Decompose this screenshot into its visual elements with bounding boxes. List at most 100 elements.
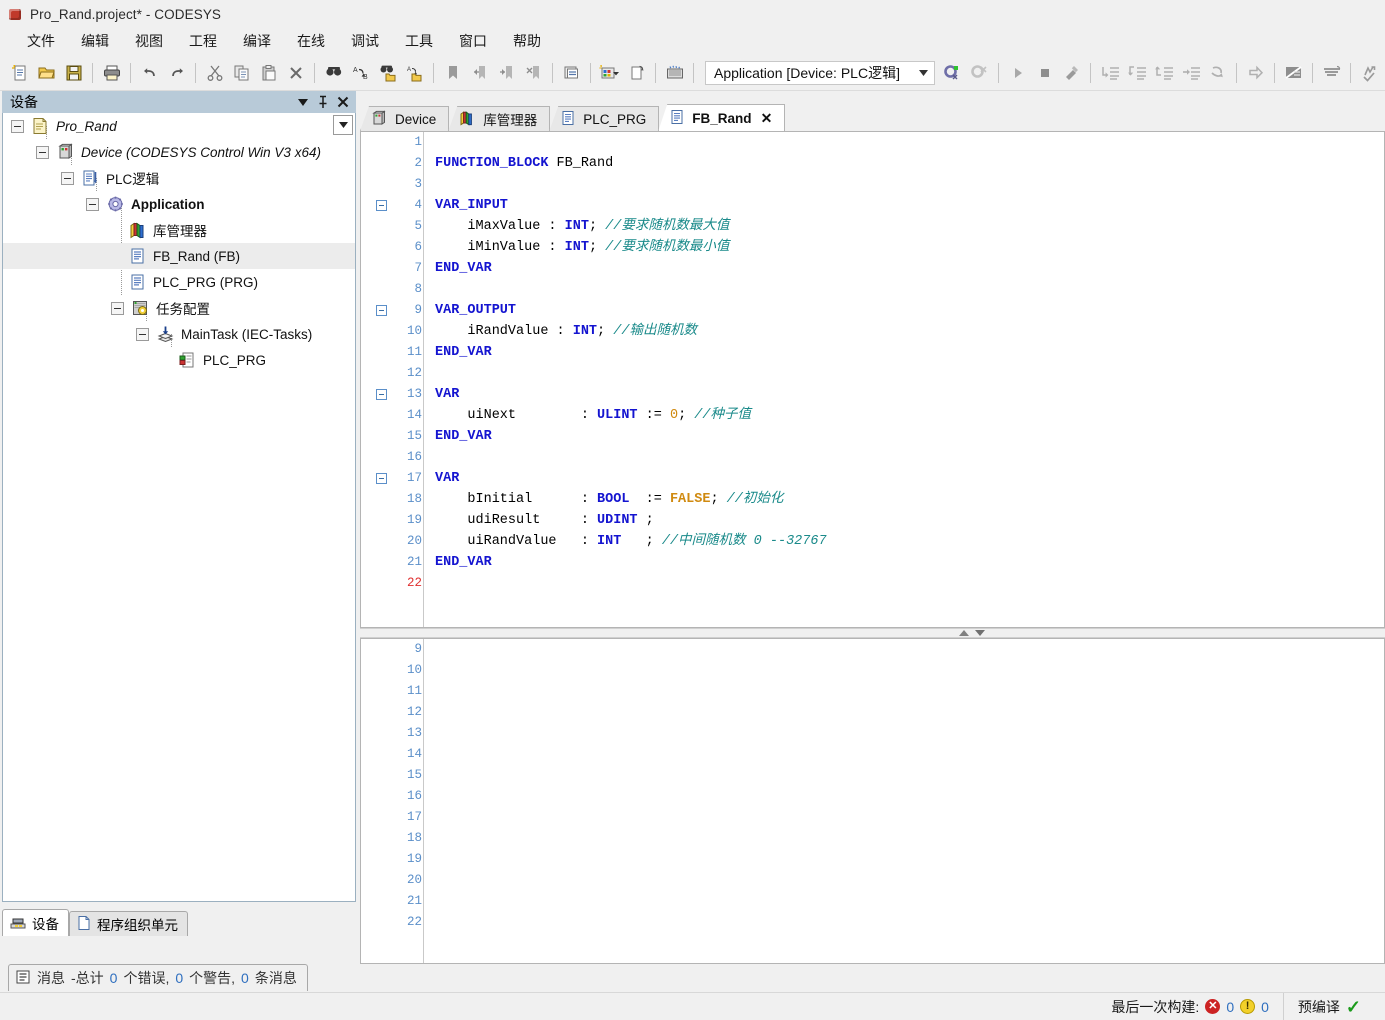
expander-icon[interactable] [111, 301, 124, 315]
step-into-icon[interactable] [1123, 59, 1150, 86]
cut-icon[interactable] [201, 59, 228, 86]
editor-tab-library-manager[interactable]: 库管理器 [448, 106, 551, 131]
implementation-editor[interactable]: 9 10 11 12 13 14 15 16 17 18 19 20 21 22 [360, 638, 1385, 964]
step-out-icon[interactable] [1150, 59, 1177, 86]
menu-tools[interactable]: 工具 [392, 31, 446, 52]
tree-node-maintask[interactable]: MainTask (IEC-Tasks) [3, 321, 355, 347]
code-line[interactable]: iRandValue : INT; //输出随机数 [425, 321, 1384, 342]
fold-gutter[interactable] [361, 132, 401, 627]
code-line[interactable] [425, 174, 1384, 195]
tree-node-plc-prg[interactable]: PLC_PRG (PRG) [3, 269, 355, 295]
expander-icon[interactable] [136, 327, 149, 341]
next-bookmark-icon[interactable] [493, 59, 520, 86]
fold-gutter[interactable] [361, 639, 401, 963]
stop-icon[interactable] [1031, 59, 1058, 86]
run-to-cursor-icon[interactable] [1177, 59, 1204, 86]
code-line[interactable]: VAR [425, 384, 1384, 405]
tree-node-task-call-plc-prg[interactable]: PLC_PRG [3, 347, 355, 373]
save-project-icon[interactable] [60, 59, 87, 86]
watch-icon[interactable] [1318, 59, 1345, 86]
flow-control-icon[interactable] [1356, 59, 1383, 86]
menu-file[interactable]: 文件 [14, 31, 68, 52]
scroll-up-icon[interactable] [959, 630, 969, 636]
editor-tab-device[interactable]: Device [360, 106, 450, 131]
tree-node-plc-logic[interactable]: PLC逻辑 [3, 165, 355, 191]
chevron-down-icon[interactable] [915, 62, 932, 84]
device-tree[interactable]: Pro_Rand Device (CODESYS Control Win V3 … [2, 113, 356, 902]
previous-bookmark-icon[interactable] [466, 59, 493, 86]
print-icon[interactable] [98, 59, 125, 86]
code-line[interactable]: uiRandValue : INT ; //中间随机数 0 --32767 [425, 531, 1384, 552]
dock-tab-devices[interactable]: 设备 [2, 909, 69, 936]
message-tab[interactable]: 消息 -总计 0 个错误, 0 个警告, 0 条消息 [8, 964, 308, 991]
set-next-statement-icon[interactable] [1204, 59, 1231, 86]
code-line[interactable]: bInitial : BOOL := FALSE; //初始化 [425, 489, 1384, 510]
open-project-icon[interactable] [33, 59, 60, 86]
tree-node-application[interactable]: Application [3, 191, 355, 217]
code-line[interactable]: udiResult : UDINT ; [425, 510, 1384, 531]
expander-icon[interactable] [86, 197, 99, 211]
tree-node-task-configuration[interactable]: 任务配置 [3, 295, 355, 321]
editor-tab-plc-prg[interactable]: PLC_PRG [549, 106, 660, 131]
start-icon[interactable] [1004, 59, 1031, 86]
fold-toggle-var-2[interactable] [361, 468, 401, 489]
code-line[interactable]: VAR_OUTPUT [425, 300, 1384, 321]
editor-splitter[interactable] [360, 628, 1385, 638]
add-folder-icon[interactable] [623, 59, 650, 86]
menu-debug[interactable]: 调试 [338, 31, 392, 52]
code-line[interactable]: END_VAR [425, 342, 1384, 363]
editor-tab-fb-rand[interactable]: FB_Rand ✕ [658, 104, 786, 131]
menu-edit[interactable]: 编辑 [68, 31, 122, 52]
clear-bookmarks-icon[interactable] [520, 59, 547, 86]
declaration-code-area[interactable]: FUNCTION_BLOCK FB_Rand VAR_INPUT iMaxVal… [425, 132, 1384, 627]
tree-node-fb-rand[interactable]: FB_Rand (FB) [3, 243, 355, 269]
menu-view[interactable]: 视图 [122, 31, 176, 52]
tree-node-library-manager[interactable]: 库管理器 [3, 217, 355, 243]
chevron-down-icon[interactable] [294, 93, 312, 111]
menu-window[interactable]: 窗口 [446, 31, 500, 52]
add-object-icon[interactable] [596, 59, 623, 86]
login-icon[interactable] [939, 59, 966, 86]
fold-toggle-var-output[interactable] [361, 300, 401, 321]
undo-icon[interactable] [136, 59, 163, 86]
delete-icon[interactable] [282, 59, 309, 86]
find-in-project-icon[interactable] [374, 59, 401, 86]
menu-help[interactable]: 帮助 [500, 31, 554, 52]
properties-icon[interactable] [558, 59, 585, 86]
expander-icon[interactable] [11, 119, 24, 133]
device-update-icon[interactable] [661, 59, 688, 86]
logout-icon[interactable] [966, 59, 993, 86]
menu-build[interactable]: 编译 [230, 31, 284, 52]
new-project-icon[interactable] [6, 59, 33, 86]
scroll-down-icon[interactable] [975, 630, 985, 636]
code-line[interactable] [425, 363, 1384, 384]
code-line[interactable]: VAR_INPUT [425, 195, 1384, 216]
code-line[interactable]: END_VAR [425, 426, 1384, 447]
application-selector[interactable]: Application [Device: PLC逻辑] [705, 60, 935, 85]
code-line[interactable] [425, 279, 1384, 300]
pin-icon[interactable] [314, 93, 332, 111]
fold-toggle-var-input[interactable] [361, 195, 401, 216]
expander-icon[interactable] [36, 145, 49, 159]
code-line[interactable] [425, 573, 1384, 594]
dock-tab-pous[interactable]: 程序组织单元 [69, 911, 188, 936]
fold-toggle-var-1[interactable] [361, 384, 401, 405]
toggle-bookmark-icon[interactable] [439, 59, 466, 86]
step-over-icon[interactable] [1096, 59, 1123, 86]
copy-icon[interactable] [228, 59, 255, 86]
replace-in-project-icon[interactable]: A [401, 59, 428, 86]
close-icon[interactable]: ✕ [761, 110, 773, 127]
paste-icon[interactable] [255, 59, 282, 86]
show-next-statement-icon[interactable] [1242, 59, 1269, 86]
redo-icon[interactable] [163, 59, 190, 86]
implementation-code-area[interactable] [425, 639, 1384, 963]
expander-icon[interactable] [61, 171, 74, 185]
code-line[interactable] [425, 132, 1384, 153]
tree-node-pro-rand[interactable]: Pro_Rand [3, 113, 355, 139]
menu-project[interactable]: 工程 [176, 31, 230, 52]
code-line[interactable]: uiNext : ULINT := 0; //种子值 [425, 405, 1384, 426]
tree-dropdown-button[interactable] [333, 115, 353, 135]
code-line[interactable]: FUNCTION_BLOCK FB_Rand [425, 153, 1384, 174]
code-line[interactable]: iMaxValue : INT; //要求随机数最大值 [425, 216, 1384, 237]
code-line[interactable]: VAR [425, 468, 1384, 489]
